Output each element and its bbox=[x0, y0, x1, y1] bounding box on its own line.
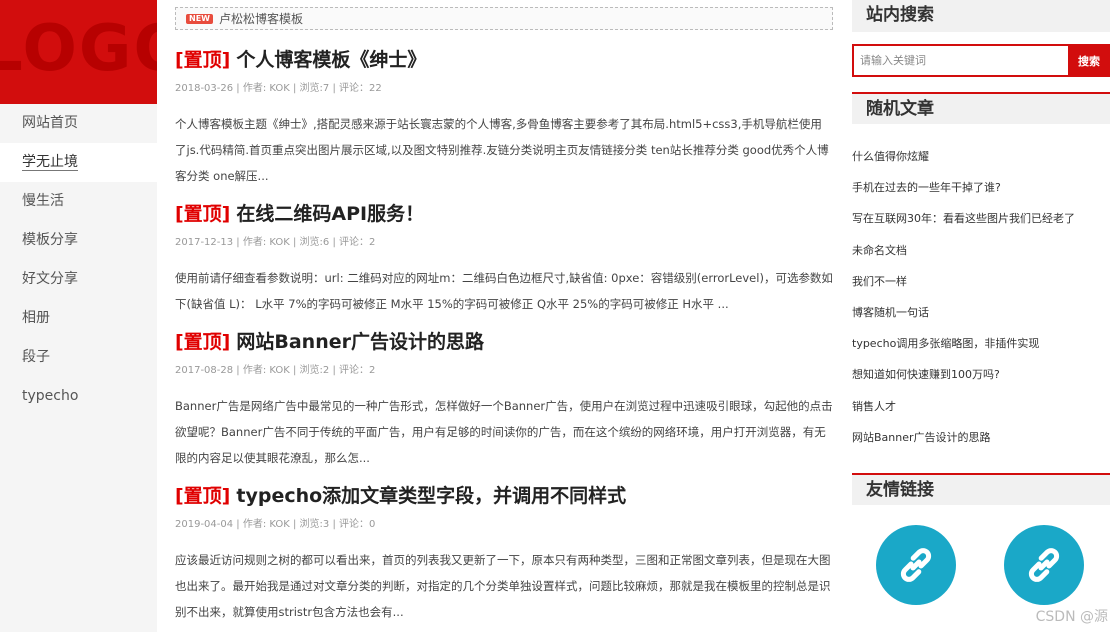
random-article-link[interactable]: 销售人才 bbox=[852, 391, 1110, 422]
logo-text: LOGO bbox=[0, 12, 157, 86]
search-input[interactable] bbox=[852, 44, 1068, 77]
search-form: 搜索 bbox=[852, 44, 1110, 77]
random-article-link[interactable]: 未命名文档 bbox=[852, 235, 1110, 266]
new-badge: NEW bbox=[186, 13, 213, 24]
random-article-link[interactable]: 手机在过去的一些年干掉了谁? bbox=[852, 172, 1110, 203]
notice-text: 卢松松博客模板 bbox=[218, 12, 303, 26]
random-article-list: 什么值得你炫耀 手机在过去的一些年干掉了谁? 写在互联网30年：看看这些图片我们… bbox=[852, 124, 1110, 453]
post-item: [置顶] 网站Banner广告设计的思路 2017-08-28 | 作者: KOK… bbox=[175, 330, 833, 471]
pin-label: [置顶] bbox=[175, 485, 231, 507]
link-icon[interactable] bbox=[1004, 524, 1084, 605]
post-title-text: typecho添加文章类型字段，并调用不同样式 bbox=[236, 485, 627, 507]
post-title[interactable]: [置顶] 个人博客模板《绅士》 bbox=[175, 48, 833, 72]
post-meta: 2019-04-04 | 作者: KOK | 浏览:3 | 评论：0 bbox=[175, 519, 376, 530]
random-article-link[interactable]: 写在互联网30年：看看这些图片我们已经老了 bbox=[852, 203, 1110, 234]
main-content: NEW 卢松松博客模板 [置顶] 个人博客模板《绅士》 2018-03-26 | … bbox=[175, 0, 833, 619]
post-meta: 2017-12-13 | 作者: KOK | 浏览:6 | 评论：2 bbox=[175, 237, 376, 248]
pin-label: [置顶] bbox=[175, 331, 231, 353]
right-sidebar: 站内搜索 搜索 随机文章 什么值得你炫耀 手机在过去的一些年干掉了谁? 写在互联… bbox=[852, 0, 1110, 615]
post-meta: 2017-08-28 | 作者: KOK | 浏览:2 | 评论：2 bbox=[175, 365, 376, 376]
pin-label: [置顶] bbox=[175, 49, 231, 71]
left-sidebar: LOGO 网站首页 学无止境 慢生活 模板分享 好文分享 相册 段子 typec… bbox=[0, 0, 157, 632]
post-excerpt: 应该最近访问规则之树的都可以看出来，首页的列表我又更新了一下，原本只有两种类型，… bbox=[175, 553, 831, 619]
pin-label: [置顶] bbox=[175, 203, 231, 225]
post-excerpt: 个人博客模板主题《绅士》,搭配灵感来源于站长寰志蒙的个人博客,多骨鱼博客主要参考… bbox=[175, 117, 829, 183]
notice-bar[interactable]: NEW 卢松松博客模板 bbox=[175, 7, 833, 30]
nav-item-jokes[interactable]: 段子 bbox=[0, 338, 157, 377]
nav-item-typecho[interactable]: typecho bbox=[0, 377, 157, 416]
nav-item-articles[interactable]: 好文分享 bbox=[0, 260, 157, 299]
links-widget-title: 友情链接 bbox=[852, 472, 1110, 505]
watermark: CSDN @源 bbox=[1033, 606, 1110, 626]
random-article-link[interactable]: 博客随机一句话 bbox=[852, 297, 1110, 328]
random-article-link[interactable]: 什么值得你炫耀 bbox=[852, 141, 1110, 172]
chain-link-icon bbox=[1028, 547, 1060, 582]
post-title-text: 个人博客模板《绅士》 bbox=[236, 49, 427, 71]
post-excerpt: Banner广告是网络广告中最常见的一种广告形式，怎样做好一个Banner广告，… bbox=[175, 399, 833, 465]
post-excerpt: 使用前请仔细查看参数说明：url: 二维码对应的网址m：二维码白色边框尺寸,缺省… bbox=[175, 271, 833, 311]
post-title[interactable]: [置顶] 在线二维码API服务！ bbox=[175, 202, 833, 226]
main-nav: 网站首页 学无止境 慢生活 模板分享 好文分享 相册 段子 typecho bbox=[0, 104, 157, 416]
post-title[interactable]: [置顶] 网站Banner广告设计的思路 bbox=[175, 330, 833, 354]
page: LOGO 网站首页 学无止境 慢生活 模板分享 好文分享 相册 段子 typec… bbox=[0, 0, 1110, 632]
post-title[interactable]: [置顶] typecho添加文章类型字段，并调用不同样式 bbox=[175, 484, 833, 508]
post-title-text: 在线二维码API服务！ bbox=[236, 203, 425, 225]
post-meta: 2018-03-26 | 作者: KOK | 浏览:7 | 评论：22 bbox=[175, 83, 382, 94]
site-logo[interactable]: LOGO bbox=[0, 0, 157, 104]
random-article-link[interactable]: 网站Banner广告设计的思路 bbox=[852, 422, 1110, 453]
chain-link-icon bbox=[900, 547, 932, 582]
random-widget-title: 随机文章 bbox=[852, 92, 1110, 124]
random-article-link[interactable]: 想知道如何快速赚到100万吗? bbox=[852, 359, 1110, 390]
nav-item-album[interactable]: 相册 bbox=[0, 299, 157, 338]
post-item: [置顶] 个人博客模板《绅士》 2018-03-26 | 作者: KOK | 浏览… bbox=[175, 48, 833, 189]
search-button[interactable]: 搜索 bbox=[1068, 44, 1110, 77]
post-title-text: 网站Banner广告设计的思路 bbox=[236, 331, 484, 353]
friend-links bbox=[852, 505, 1110, 615]
nav-item-slow-life[interactable]: 慢生活 bbox=[0, 182, 157, 221]
random-article-link[interactable]: 我们不一样 bbox=[852, 266, 1110, 297]
nav-item-home[interactable]: 网站首页 bbox=[0, 104, 157, 143]
post-item: [置顶] 在线二维码API服务！ 2017-12-13 | 作者: KOK | 浏… bbox=[175, 202, 833, 317]
post-item: [置顶] typecho添加文章类型字段，并调用不同样式 2019-04-04 |… bbox=[175, 484, 833, 625]
nav-item-templates[interactable]: 模板分享 bbox=[0, 221, 157, 260]
search-widget-title: 站内搜索 bbox=[852, 0, 1110, 32]
nav-item-learning[interactable]: 学无止境 bbox=[0, 143, 157, 182]
random-article-link[interactable]: typecho调用多张缩略图，非插件实现 bbox=[852, 328, 1110, 359]
link-icon[interactable] bbox=[876, 524, 956, 605]
